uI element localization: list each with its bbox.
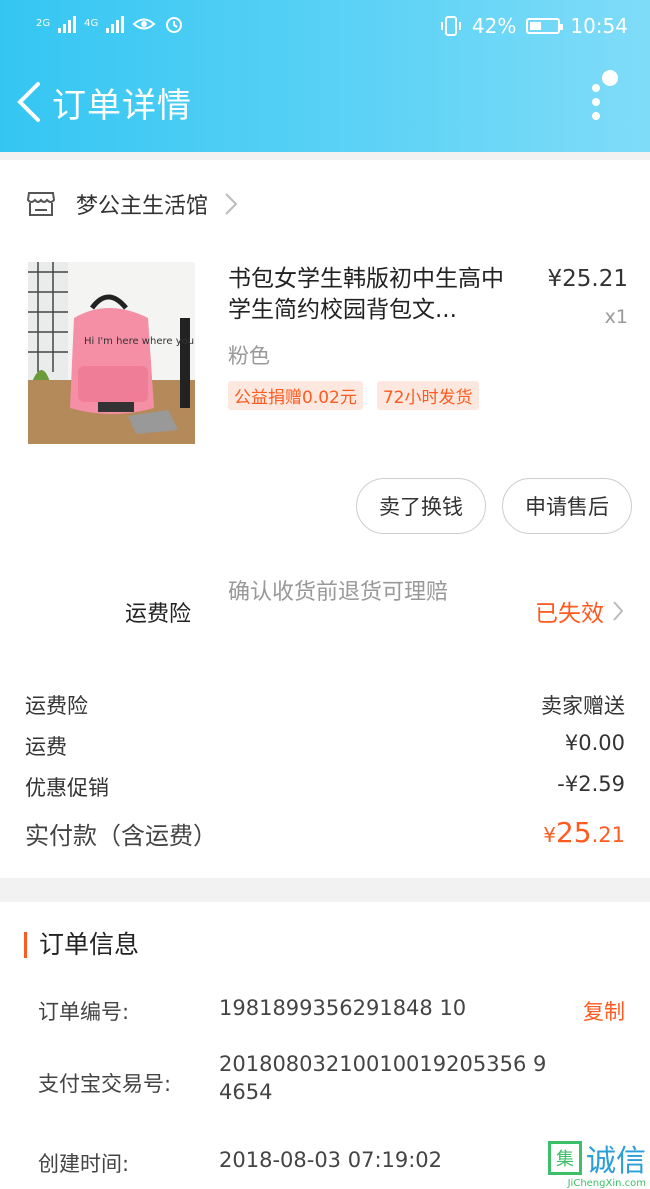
created-time-label: 创建时间: [38,1152,130,1176]
summary-row: 运费险 卖家赠送 [25,690,625,720]
product-quantity: x1 [604,306,628,328]
insurance-status[interactable]: 已失效 [535,594,624,628]
summary-value: ¥0.00 [564,731,625,755]
order-card: 梦公主生活馆 Hi I'm here where you 书包女学生韩版初中生高… [0,160,650,878]
summary-label: 优惠促销 [25,776,109,800]
network-type-1: 2G [36,18,51,29]
total-row: 实付款（含运费） ¥25.21 [25,816,625,851]
page-title: 订单详情 [52,86,192,126]
battery-percent: 42% [471,14,517,38]
summary-row: 优惠促销 -¥2.59 [25,772,625,802]
order-no-label: 订单编号: [38,1000,130,1024]
store-icon [26,192,56,216]
chevron-right-icon [225,193,238,215]
product-price: ¥25.21 [547,266,628,292]
more-menu-icon[interactable] [582,70,622,130]
total-decimal: .21 [591,823,625,847]
watermark-logo: 集 [548,1141,582,1175]
summary-row: 运费 ¥0.00 [25,731,625,761]
summary-value: -¥2.59 [557,772,625,796]
insurance-label: 运费险 [125,602,192,627]
summary-value: 卖家赠送 [541,694,625,718]
tag-charity: 公益捐赠0.02元 [228,381,363,410]
battery-icon [526,18,564,34]
watermark-text: 诚信 [586,1144,646,1179]
nav-bar: 订单详情 [0,56,650,152]
product-tags: 公益捐赠0.02元 72小时发货 [228,381,479,410]
alipay-no-value: 20180803210010019205356 94654 [219,1052,547,1104]
summary-label: 运费险 [25,694,88,718]
insurance-status-text: 已失效 [535,601,604,627]
back-arrow-icon[interactable] [12,80,48,124]
status-bar: 2G 4G 42% 10:54 [0,0,650,56]
alarm-icon [166,17,183,33]
summary-label: 运费 [25,735,67,759]
signal-icon-2 [106,15,125,33]
product-name[interactable]: 书包女学生韩版初中生高中学生简约校园背包文... [228,264,518,326]
order-info-title: 订单信息 [24,932,139,958]
insurance-desc: 确认收货前退货可理赔 [228,580,449,605]
watermark: 集 诚信 JiChengXin.com [548,1136,646,1189]
network-type-2: 4G [84,18,99,29]
copy-button[interactable]: 复制 [583,996,625,1026]
total-amount: ¥25.21 [543,816,625,851]
product-image[interactable]: Hi I'm here where you [28,262,195,444]
clock: 10:54 [570,14,628,38]
total-label: 实付款（含运费） [25,822,217,850]
app-header: 2G 4G 42% 10:54 订单详情 [0,0,650,152]
chevron-right-icon [613,601,624,621]
order-no-value: 1981899356291848 10 [219,996,467,1020]
bag-print-text: Hi I'm here where you [84,336,194,347]
signal-icon-1 [58,15,77,33]
shop-name: 梦公主生活馆 [76,194,209,219]
vibrate-icon [440,16,461,36]
tag-shipping: 72小时发货 [376,381,479,410]
after-sale-button[interactable]: 申请售后 [502,478,632,534]
watermark-url: JiChengXin.com [567,1178,646,1189]
total-integer: 25 [555,816,592,849]
product-variant: 粉色 [228,344,270,368]
sell-button[interactable]: 卖了换钱 [356,478,486,534]
eye-icon [132,18,156,30]
created-time-value: 2018-08-03 07:19:02 [219,1148,443,1172]
shop-row[interactable]: 梦公主生活馆 [26,188,238,220]
total-currency: ¥ [543,823,556,847]
alipay-no-label: 支付宝交易号: [38,1072,172,1096]
